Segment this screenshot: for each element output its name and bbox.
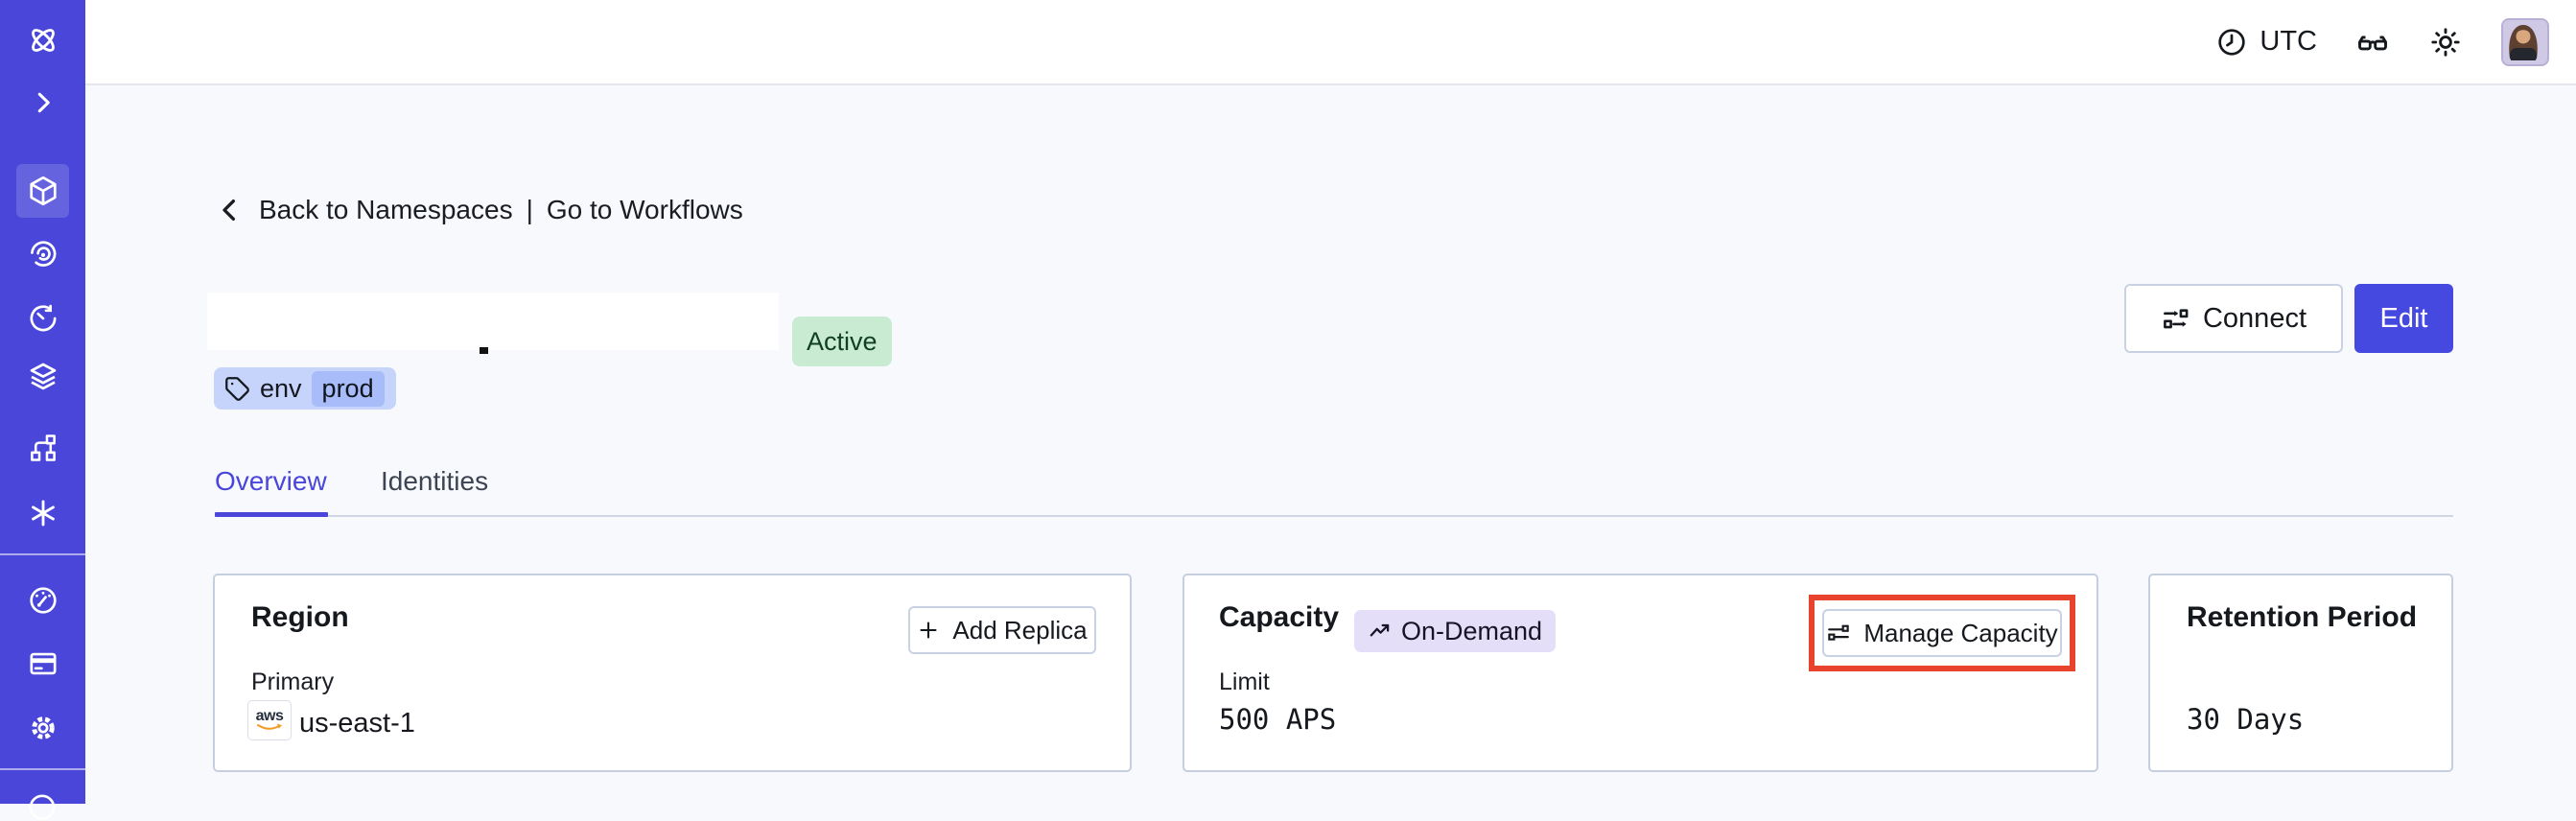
branch-icon	[30, 434, 56, 461]
add-replica-button[interactable]: Add Replica	[908, 606, 1096, 654]
tabs-border	[215, 515, 2453, 517]
manage-capacity-highlight: Manage Capacity	[1809, 595, 2075, 671]
asterisk-icon	[31, 500, 55, 527]
cube-icon	[29, 176, 57, 206]
gear-icon	[31, 716, 55, 739]
user-avatar[interactable]	[2501, 17, 2549, 66]
timezone-selector[interactable]: UTC	[2215, 26, 2317, 59]
sidebar-divider	[0, 768, 85, 770]
sidebar-item-bottom-partial[interactable]	[26, 788, 59, 821]
plus-icon	[917, 619, 940, 642]
sidebar-item-gauge[interactable]	[0, 574, 85, 627]
primary-label: Primary	[251, 669, 335, 695]
gauge-icon	[29, 587, 57, 614]
sidebar-item-layers[interactable]	[0, 349, 85, 403]
reading-glasses-icon[interactable]	[2355, 25, 2390, 59]
retention-card-title: Retention Period	[2187, 601, 2418, 633]
status-badge: Active	[792, 317, 892, 366]
tag-key: env	[260, 373, 302, 403]
sidebar-item-spiral[interactable]	[0, 227, 85, 281]
aws-provider-badge: aws	[247, 700, 292, 740]
sidebar-item-timer[interactable]	[0, 292, 85, 345]
sidebar-nav	[0, 0, 85, 821]
clock-icon	[2215, 26, 2248, 59]
limit-label: Limit	[1219, 669, 1270, 695]
tab-identities[interactable]: Identities	[381, 466, 488, 497]
go-to-workflows-link[interactable]: Go to Workflows	[547, 195, 743, 225]
sidebar-divider	[0, 553, 85, 555]
namespace-tag[interactable]: env prod	[214, 367, 396, 410]
namespace-title-dot	[480, 347, 488, 354]
on-demand-badge: On-Demand	[1354, 610, 1557, 652]
credit-card-icon	[29, 652, 57, 675]
add-replica-label: Add Replica	[952, 615, 1088, 645]
timer-icon	[30, 304, 57, 332]
retention-value: 30 Days	[2187, 703, 2305, 736]
sun-theme-icon[interactable]	[2428, 25, 2463, 59]
aws-logo: aws	[255, 707, 284, 724]
limit-value: 500 APS	[1219, 703, 1337, 736]
chevron-right-icon	[37, 92, 50, 113]
temporal-logo-icon	[31, 29, 55, 52]
layers-icon	[30, 363, 56, 390]
tag-icon	[224, 376, 250, 402]
spiral-icon	[30, 241, 56, 267]
timezone-label: UTC	[2260, 26, 2317, 57]
manage-capacity-label: Manage Capacity	[1863, 618, 2058, 647]
edit-button[interactable]: Edit	[2354, 284, 2453, 353]
sidebar-item-asterisk[interactable]	[0, 486, 85, 540]
back-to-namespaces-link[interactable]: Back to Namespaces	[259, 195, 513, 225]
sidebar-expand-button[interactable]	[0, 76, 85, 129]
region-card-title: Region	[251, 601, 349, 633]
connect-icon	[2161, 304, 2190, 334]
capacity-card-title: Capacity	[1219, 601, 1340, 633]
sidebar-item-temporal-logo[interactable]	[0, 13, 85, 67]
namespace-title-redacted	[207, 293, 779, 350]
breadcrumb-separator: |	[526, 195, 533, 224]
sidebar-item-namespaces[interactable]	[0, 164, 85, 218]
on-demand-label: On-Demand	[1401, 616, 1543, 645]
tab-active-underline	[215, 512, 328, 517]
region-card	[213, 574, 1132, 772]
chevron-left-icon[interactable]	[215, 195, 246, 225]
edit-label: Edit	[2379, 302, 2428, 334]
breadcrumb: Back to Namespaces | Go to Workflows	[215, 195, 743, 225]
topbar: UTC	[85, 0, 2576, 85]
sidebar-item-settings[interactable]	[0, 701, 85, 755]
manage-capacity-button[interactable]: Manage Capacity	[1822, 609, 2062, 657]
sidebar-item-branch[interactable]	[0, 421, 85, 475]
region-value: us-east-1	[299, 708, 415, 739]
sliders-icon	[1826, 621, 1851, 645]
connect-button[interactable]: Connect	[2124, 284, 2343, 353]
tag-value: prod	[311, 370, 385, 407]
connect-label: Connect	[2202, 302, 2307, 334]
sidebar-item-billing[interactable]	[0, 637, 85, 691]
partial-circle-icon	[29, 794, 56, 821]
tab-overview[interactable]: Overview	[215, 466, 327, 497]
aws-smile-icon	[257, 723, 282, 730]
trending-up-icon	[1368, 619, 1393, 644]
